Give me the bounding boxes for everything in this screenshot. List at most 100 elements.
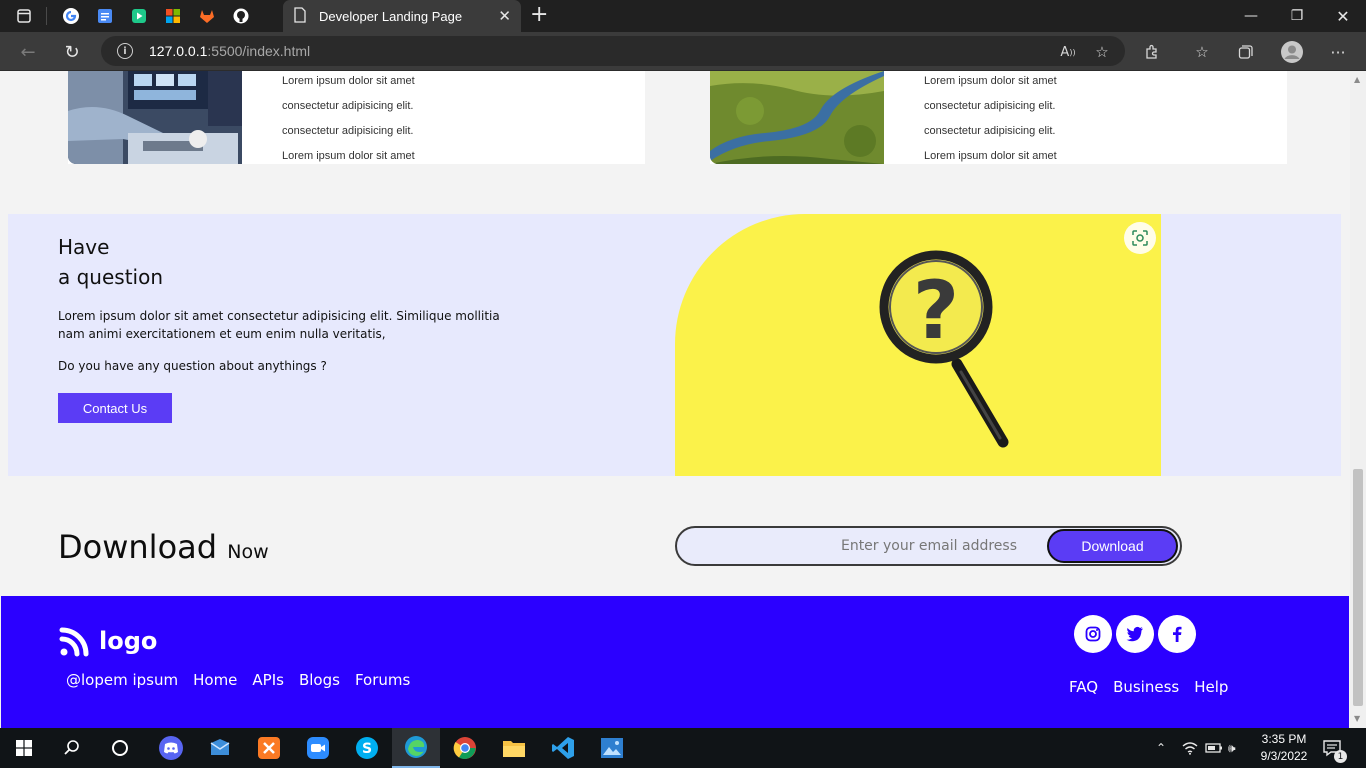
google-tab-icon[interactable] <box>61 6 81 26</box>
url-field[interactable]: i 127.0.0.1:5500/index.html <box>101 36 1125 66</box>
add-favorite-icon[interactable]: ☆ <box>1090 40 1114 64</box>
scroll-down-icon[interactable]: ▼ <box>1354 714 1360 723</box>
refresh-icon[interactable]: ↻ <box>60 40 84 64</box>
tab-bar <box>0 0 1366 32</box>
minimize-icon[interactable]: — <box>1228 0 1274 32</box>
vertical-scrollbar[interactable]: ▲ ▼ <box>1350 71 1366 728</box>
search-icon[interactable] <box>48 728 96 768</box>
download-button[interactable]: Download <box>1047 529 1178 563</box>
favorites-icon[interactable]: ☆ <box>1190 40 1214 64</box>
card-line: consectetur adipisicing elit. <box>924 100 1056 112</box>
question-ask: Do you have any question about anythings… <box>58 359 327 373</box>
github-tab-icon[interactable] <box>231 6 251 26</box>
email-input[interactable] <box>807 535 1017 557</box>
footer: logo @lopem ipsum Home APIs Blogs Forums… <box>1 596 1349 728</box>
card-line: consectetur adipisicing elit. <box>282 100 414 112</box>
file-explorer-icon[interactable] <box>490 728 538 768</box>
twitter-icon[interactable] <box>1116 615 1154 653</box>
feature-card: Lorem ipsum dolor sit amet consectetur a… <box>68 71 645 164</box>
developer-photo <box>68 71 242 164</box>
magnifier-image: ? <box>675 214 1161 476</box>
scrollbar-thumb[interactable] <box>1353 469 1363 706</box>
card-line: Lorem ipsum dolor sit amet <box>924 75 1057 87</box>
feature-card: Lorem ipsum dolor sit amet consectetur a… <box>710 71 1287 164</box>
card-line: consectetur adipisicing elit. <box>282 125 414 137</box>
restore-icon[interactable]: ❐ <box>1274 0 1320 32</box>
extensions-icon[interactable] <box>1140 40 1164 64</box>
start-icon[interactable] <box>0 728 48 768</box>
cortana-icon[interactable] <box>96 728 144 768</box>
footer-links-right: FAQ Business Help <box>1069 678 1228 696</box>
tab-actions-icon[interactable] <box>14 6 34 26</box>
page-viewport: Lorem ipsum dolor sit amet consectetur a… <box>0 71 1350 728</box>
docs-tab-icon[interactable] <box>95 6 115 26</box>
site-info-icon[interactable]: i <box>117 43 133 59</box>
card-line: Lorem ipsum dolor sit amet <box>924 150 1057 162</box>
download-title: Download Now <box>58 528 269 566</box>
footer-link-home[interactable]: Home <box>193 671 237 689</box>
collections-icon[interactable] <box>1234 40 1258 64</box>
edge-icon[interactable] <box>392 728 440 768</box>
battery-icon[interactable] <box>1205 728 1223 768</box>
read-aloud-icon[interactable]: A)) <box>1056 40 1080 64</box>
xampp-icon[interactable] <box>245 728 293 768</box>
footer-link[interactable]: @lopem ipsum <box>66 671 178 689</box>
microsoft-tab-icon[interactable] <box>163 6 183 26</box>
chrome-icon[interactable] <box>441 728 489 768</box>
river-photo <box>710 71 884 164</box>
card-text: Lorem ipsum dolor sit amet consectetur a… <box>924 75 1057 175</box>
footer-links: @lopem ipsum Home APIs Blogs Forums <box>66 671 410 689</box>
question-section: Have a question Lorem ipsum dolor sit am… <box>8 214 1341 476</box>
zoom-icon[interactable] <box>294 728 342 768</box>
download-form: Download <box>675 526 1182 566</box>
skype-icon[interactable]: S <box>343 728 391 768</box>
card-line: consectetur adipisicing elit. <box>924 125 1056 137</box>
gitlab-tab-icon[interactable] <box>197 6 217 26</box>
footer-logo[interactable]: logo <box>59 625 157 657</box>
rss-logo-icon <box>59 627 89 657</box>
tab-title: Developer Landing Page <box>319 8 463 24</box>
address-bar-row: ← ↻ i 127.0.0.1:5500/index.html A)) ☆ ☆ … <box>0 32 1366 71</box>
vscode-icon[interactable] <box>539 728 587 768</box>
notification-count-badge: 1 <box>1334 750 1347 763</box>
footer-link-blogs[interactable]: Blogs <box>299 671 340 689</box>
page-icon <box>293 6 307 26</box>
taskbar: S ⌃ 🕪 3:35 PM 9/3/2022 1 <box>0 728 1366 768</box>
show-hidden-icons[interactable]: ⌃ <box>1156 728 1166 768</box>
wifi-icon[interactable] <box>1182 728 1198 768</box>
card-line: Lorem ipsum dolor sit amet <box>282 150 415 162</box>
footer-link-help[interactable]: Help <box>1194 678 1228 696</box>
visual-search-icon[interactable] <box>1124 222 1156 254</box>
clock[interactable]: 3:35 PM 9/3/2022 <box>1255 731 1313 765</box>
settings-more-icon[interactable]: ··· <box>1326 40 1350 64</box>
footer-link-apis[interactable]: APIs <box>252 671 284 689</box>
discord-icon[interactable] <box>147 728 195 768</box>
profile-avatar[interactable] <box>1280 40 1304 64</box>
scroll-up-icon[interactable]: ▲ <box>1354 75 1360 84</box>
card-text: Lorem ipsum dolor sit amet consectetur a… <box>282 75 415 175</box>
footer-link-business[interactable]: Business <box>1113 678 1179 696</box>
new-tab-icon[interactable]: + <box>530 4 548 26</box>
facebook-icon[interactable] <box>1158 615 1196 653</box>
play-tab-icon[interactable] <box>129 6 149 26</box>
footer-link-faq[interactable]: FAQ <box>1069 678 1098 696</box>
active-tab[interactable]: Developer Landing Page ✕ <box>283 0 521 32</box>
card-line: Lorem ipsum dolor sit amet <box>282 75 415 87</box>
contact-us-button[interactable]: Contact Us <box>58 393 172 423</box>
back-icon[interactable]: ← <box>16 40 40 64</box>
notifications-icon[interactable]: 1 <box>1322 728 1347 768</box>
footer-link-forums[interactable]: Forums <box>355 671 410 689</box>
mail-app-icon[interactable] <box>196 728 244 768</box>
question-title: Have a question <box>58 235 164 289</box>
svg-text:S: S <box>362 741 372 757</box>
close-tab-icon[interactable]: ✕ <box>498 7 511 25</box>
window-close-icon[interactable]: ✕ <box>1320 0 1366 32</box>
svg-text:?: ? <box>913 264 959 357</box>
tab-separator <box>46 7 47 25</box>
photos-icon[interactable] <box>588 728 636 768</box>
question-text: Lorem ipsum dolor sit amet consectetur a… <box>58 309 500 341</box>
logo-text: logo <box>99 627 158 655</box>
volume-icon[interactable]: 🕪 <box>1228 728 1236 768</box>
url-text: 127.0.0.1:5500/index.html <box>149 43 311 59</box>
instagram-icon[interactable] <box>1074 615 1112 653</box>
